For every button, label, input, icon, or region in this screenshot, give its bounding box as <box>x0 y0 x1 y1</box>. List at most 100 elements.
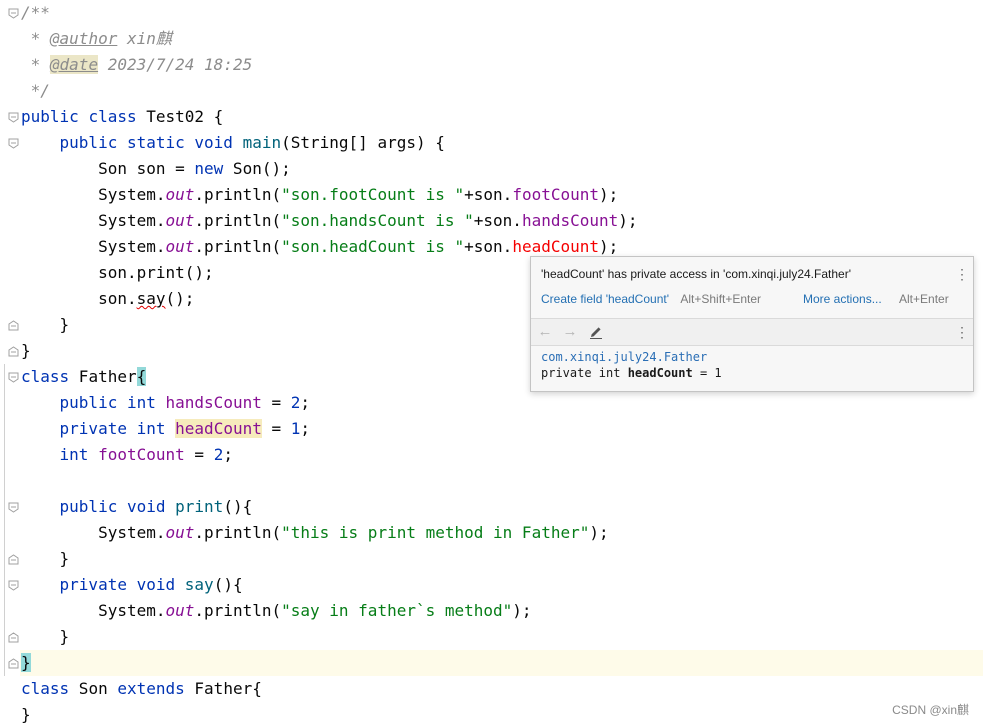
code-token: * <box>21 55 50 74</box>
fold-end-icon[interactable] <box>8 346 19 357</box>
code-token: } <box>21 315 70 334</box>
code-line[interactable]: * @date 2023/7/24 18:25 <box>21 52 252 78</box>
create-field-shortcut: Alt+Shift+Enter <box>680 292 762 306</box>
code-token: (String[] args) { <box>281 133 445 152</box>
fold-end-icon[interactable] <box>8 554 19 565</box>
code-token: son.print(); <box>21 263 214 282</box>
code-line[interactable]: } <box>21 546 70 572</box>
code-line[interactable]: System.out.println("this is print method… <box>21 520 609 546</box>
code-token: System. <box>21 185 166 204</box>
create-field-action[interactable]: Create field 'headCount' <box>541 292 669 306</box>
code-token: Father <box>69 367 137 386</box>
code-token: (){ <box>213 575 243 594</box>
code-token: .println( <box>194 523 282 542</box>
code-token: out <box>165 523 195 542</box>
code-line[interactable]: public class Test02 { <box>21 104 223 130</box>
arrow-left-icon[interactable]: ← <box>537 324 553 340</box>
code-line[interactable]: private void say(){ <box>21 572 243 598</box>
fold-collapse-icon[interactable] <box>8 138 19 149</box>
fold-collapse-icon[interactable] <box>8 112 19 123</box>
code-token: say <box>184 575 214 594</box>
code-token: ); <box>599 237 619 256</box>
more-actions-link[interactable]: More actions... <box>803 292 882 306</box>
code-token: "son.headCount is " <box>281 237 465 256</box>
code-token: public <box>21 107 79 126</box>
doc-declaration-name: headCount <box>627 366 693 380</box>
code-line[interactable]: Son son = new Son(); <box>21 156 291 182</box>
code-line[interactable]: * @author xin麒 <box>21 26 172 52</box>
code-token: .println( <box>194 237 282 256</box>
code-line[interactable]: } <box>21 338 31 364</box>
scope-guide <box>4 364 5 676</box>
code-line[interactable]: System.out.println("son.headCount is "+s… <box>21 234 618 260</box>
fold-collapse-icon[interactable] <box>8 502 19 513</box>
code-line[interactable]: System.out.println("say in father`s meth… <box>21 598 532 624</box>
fold-end-icon[interactable] <box>8 320 19 331</box>
code-line[interactable]: System.out.println("son.handsCount is "+… <box>21 208 637 234</box>
doc-class-name[interactable]: com.xinqi.july24.Father <box>541 350 707 364</box>
code-line[interactable]: System.out.println("son.footCount is "+s… <box>21 182 618 208</box>
code-token: static <box>126 133 185 152</box>
code-token: class <box>88 107 137 126</box>
fold-end-icon[interactable] <box>8 632 19 643</box>
code-line[interactable]: class Father{ <box>21 364 147 390</box>
code-line[interactable]: son.print(); <box>21 260 214 286</box>
code-token: Son(); <box>223 159 291 178</box>
code-token: public <box>59 497 118 516</box>
edit-source-icon[interactable] <box>588 324 604 340</box>
code-token: = <box>261 393 291 412</box>
code-token: } <box>21 627 70 646</box>
code-line[interactable]: public void print(){ <box>21 494 253 520</box>
code-line[interactable]: int footCount = 2; <box>21 442 233 468</box>
code-token: int <box>136 419 166 438</box>
code-token: System. <box>21 237 166 256</box>
code-token: @author <box>49 29 118 48</box>
fold-collapse-icon[interactable] <box>8 372 19 383</box>
code-line[interactable]: } <box>21 650 31 676</box>
arrow-right-icon[interactable]: → <box>562 324 578 340</box>
editor-gutter <box>0 0 20 726</box>
code-token: print <box>175 497 224 516</box>
doc-declaration-suffix: = 1 <box>692 366 722 380</box>
code-token: "this is print method in Father" <box>281 523 590 542</box>
code-token: */ <box>21 81 50 100</box>
fold-collapse-icon[interactable] <box>8 8 19 19</box>
code-token: +son. <box>464 185 513 204</box>
fold-collapse-icon[interactable] <box>8 580 19 591</box>
error-message: 'headCount' has private access in 'com.x… <box>541 267 851 281</box>
more-vertical-icon[interactable]: ⋮ <box>955 266 969 282</box>
code-token: extends <box>117 679 185 698</box>
code-line[interactable]: private int headCount = 1; <box>21 416 310 442</box>
code-line[interactable]: } <box>21 702 31 728</box>
code-token: public <box>59 393 118 412</box>
code-token: ); <box>589 523 609 542</box>
code-token: = <box>261 419 291 438</box>
fold-end-icon[interactable] <box>8 658 19 669</box>
code-line[interactable]: public static void main(String[] args) { <box>21 130 445 156</box>
code-token: "son.footCount is " <box>281 185 465 204</box>
code-token: ; <box>300 419 311 438</box>
code-line[interactable]: } <box>21 624 70 650</box>
code-token: 2 <box>213 445 224 464</box>
code-line[interactable]: public int handsCount = 2; <box>21 390 311 416</box>
doc-toolbar: ← → ⋮ <box>531 319 973 345</box>
code-line[interactable]: */ <box>21 78 50 104</box>
code-token: footCount <box>512 185 600 204</box>
code-line[interactable]: son.say(); <box>21 286 194 312</box>
doc-declaration: private int headCount = 1 <box>541 366 722 380</box>
code-token: System. <box>21 211 166 230</box>
code-token: @date <box>49 55 99 74</box>
code-token: (); <box>165 289 195 308</box>
code-token: public <box>59 133 118 152</box>
code-line[interactable]: class Son extends Father{ <box>21 676 262 702</box>
code-line[interactable]: /** <box>21 0 50 26</box>
code-line[interactable]: } <box>21 312 70 338</box>
more-vertical-icon[interactable]: ⋮ <box>955 324 969 340</box>
